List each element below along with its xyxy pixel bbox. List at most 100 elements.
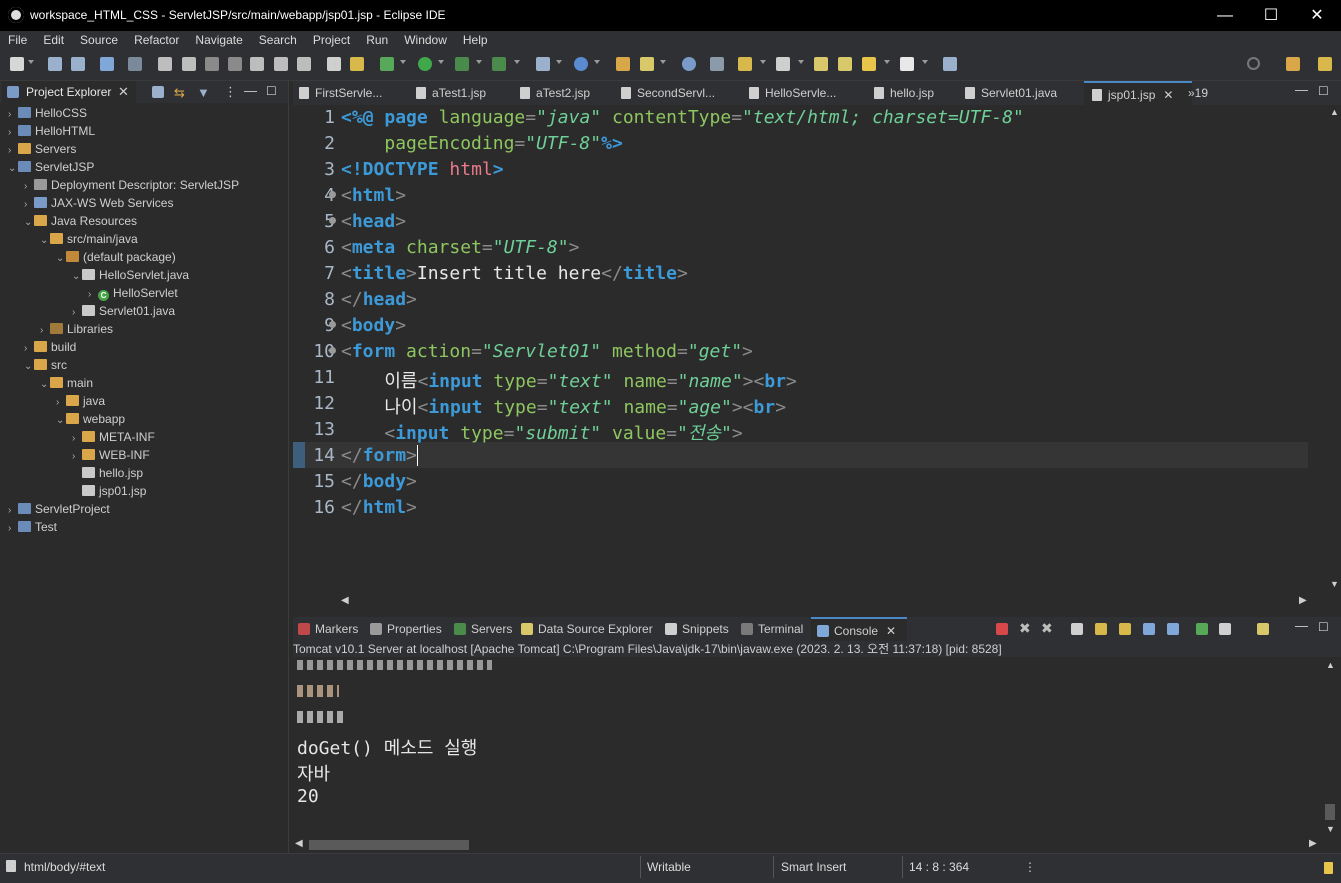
tree-item[interactable]: › Test [8,518,57,536]
minimize-view-icon[interactable]: — [244,83,257,98]
next-annotation-icon[interactable] [738,57,752,71]
run-dropdown-icon[interactable] [438,60,444,64]
skip-breakpoints-icon[interactable] [128,57,142,71]
menu-file[interactable]: File [0,31,35,47]
step-return-icon[interactable] [297,57,311,71]
run-icon[interactable] [418,57,432,71]
tab-data-source-explorer[interactable]: Data Source Explorer [521,617,653,641]
close-tab-icon[interactable]: ✕ [886,624,896,638]
search-tool-icon[interactable] [640,57,654,71]
save-icon[interactable] [48,57,62,71]
word-wrap-icon[interactable] [1119,623,1131,635]
search-icon[interactable] [1247,57,1260,70]
minimize-view-icon[interactable]: — [1295,618,1308,633]
debug-dropdown-icon[interactable] [400,60,406,64]
editor-horizontal-scrollbar[interactable]: ◀ ▶ [339,595,1327,609]
tree-item[interactable]: › Deployment Descriptor: ServletJSP [24,176,239,194]
new-server-dropdown-icon[interactable] [556,60,562,64]
tree-item[interactable]: jsp01.jsp [72,482,146,500]
tree-item[interactable]: ⌄ Java Resources [24,212,137,230]
external-tools-icon[interactable] [492,57,506,71]
new-web-service-icon[interactable] [574,57,588,71]
next-edit-icon[interactable] [838,57,852,71]
tree-item[interactable]: › WEB-INF [72,446,150,464]
console-horizontal-scrollbar[interactable]: ◀ ▶ [293,838,1323,852]
open-console-icon[interactable] [100,57,114,71]
fold-icon[interactable] [329,217,336,224]
menu-window[interactable]: Window [396,31,455,47]
maximize-button[interactable]: ☐ [1248,0,1294,31]
menu-navigate[interactable]: Navigate [187,31,250,47]
tree-item[interactable]: ⌄ (default package) [56,248,176,266]
tab-secondservlet[interactable]: SecondServl... [621,81,715,105]
tab-hello-jsp[interactable]: hello.jsp [874,81,934,105]
back-arrow-icon[interactable] [862,57,876,71]
tab-properties[interactable]: Properties [370,617,442,641]
open-type-icon[interactable] [616,57,630,71]
back-dropdown-icon[interactable] [884,60,890,64]
tree-item[interactable]: ⌄ ServletJSP [8,158,94,176]
view-menu-icon[interactable]: ⋮ [224,84,237,100]
next-annotation-dropdown-icon[interactable] [760,60,766,64]
open-console-icon[interactable] [1257,623,1269,635]
java-perspective-icon[interactable] [350,57,364,71]
maximize-editor-icon[interactable]: ☐ [1318,84,1329,98]
fold-icon[interactable] [329,347,336,354]
clear-console-icon[interactable] [1071,623,1083,635]
forward-arrow-icon[interactable] [900,57,914,71]
maximize-view-icon[interactable]: ☐ [266,84,277,98]
tree-item[interactable]: › META-INF [72,428,155,446]
coverage-icon[interactable] [455,57,469,71]
tab-terminal[interactable]: Terminal [741,617,803,641]
minimize-button[interactable]: — [1202,0,1248,31]
remove-all-launches-icon[interactable]: ✖ [1041,620,1053,637]
new-server-icon[interactable] [536,57,550,71]
collapse-all-icon[interactable] [152,86,164,98]
link-with-editor-icon[interactable]: ⇆ [174,85,185,101]
menu-run[interactable]: Run [358,31,396,47]
tree-item[interactable]: › Libraries [40,320,113,338]
tree-item[interactable]: › HelloHTML [8,122,95,140]
show-stderr-icon[interactable] [1167,623,1179,635]
console-output[interactable]: doGet() 메소드 실행 자바 20 ▲ ▼ ◀ ▶ [293,658,1341,852]
tree-item[interactable]: ⌄ HelloServlet.java [72,266,189,284]
fold-icon[interactable] [329,321,336,328]
close-tab-icon[interactable]: ✕ [1163,88,1173,102]
expanded-chevron-icon[interactable]: ⌄ [56,250,66,268]
tree-item[interactable]: › HelloCSS [8,104,87,122]
menu-edit[interactable]: Edit [35,31,72,47]
code-editor[interactable]: 12345678910111213141516 <%@ page languag… [293,105,1341,611]
expanded-chevron-icon[interactable]: ⌄ [24,214,34,232]
tree-item[interactable]: › Servlet01.java [72,302,175,320]
coverage-dropdown-icon[interactable] [476,60,482,64]
tree-item[interactable]: › java [56,392,105,410]
pin-console-icon[interactable] [1196,623,1208,635]
terminate-console-icon[interactable] [996,623,1008,635]
web-browser-icon[interactable] [682,57,696,71]
menu-source[interactable]: Source [72,31,126,47]
step-into-icon[interactable] [250,57,264,71]
step-over-icon[interactable] [274,57,288,71]
expanded-chevron-icon[interactable]: ⌄ [40,376,50,394]
collapsed-chevron-icon[interactable]: › [8,520,18,538]
previous-annotation-dropdown-icon[interactable] [798,60,804,64]
console-vertical-scrollbar[interactable]: ▲ ▼ [1323,658,1337,838]
project-explorer-tab[interactable]: Project Explorer ✕ [2,81,136,103]
filter-icon[interactable]: ▼ [197,85,210,100]
tree-item[interactable]: › C HelloServlet [88,284,178,302]
tree-item[interactable]: › build [24,338,76,356]
tab-helloservlet[interactable]: HelloServle... [749,81,836,105]
display-console-icon[interactable] [1219,623,1231,635]
scroll-lock-icon[interactable] [1095,623,1107,635]
new-icon[interactable] [10,57,24,71]
expanded-chevron-icon[interactable]: ⌄ [40,232,50,250]
tree-item[interactable]: ⌄ main [40,374,93,392]
menu-help[interactable]: Help [455,31,496,47]
save-all-icon[interactable] [71,57,85,71]
tab-jsp01[interactable]: jsp01.jsp ✕ [1084,81,1192,105]
disconnect-icon[interactable] [228,57,242,71]
maximize-view-icon[interactable]: ☐ [1318,620,1329,634]
tab-console[interactable]: Console ✕ [811,617,907,641]
tab-markers[interactable]: Markers [298,617,358,641]
tree-item[interactable]: › Servers [8,140,76,158]
